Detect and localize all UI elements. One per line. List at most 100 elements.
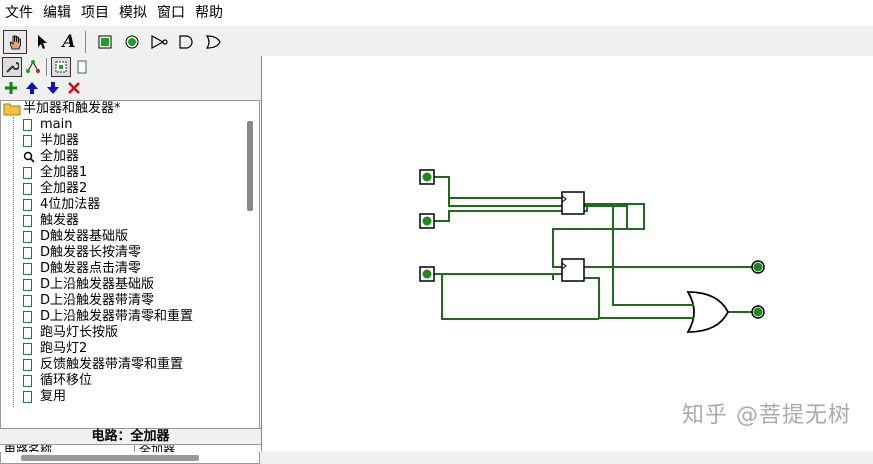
tree-item-circuit[interactable]: main xyxy=(23,117,72,133)
hand-icon xyxy=(9,35,21,50)
tree-item-label: 半加器 xyxy=(40,133,80,148)
tree-item-circuit[interactable]: 4位加法器 xyxy=(23,197,100,213)
half-adder-block-2[interactable] xyxy=(561,258,585,282)
tree-item-label: 复用 xyxy=(40,389,67,404)
tree-item-circuit[interactable]: 半加器 xyxy=(23,133,79,149)
circuit-appearance-icon xyxy=(77,60,87,74)
current-circuit-label: 电路：全加器 xyxy=(0,428,261,445)
circuit-schematic[interactable] xyxy=(262,56,873,451)
tree-item-circuit[interactable]: 跑马灯长按版 xyxy=(23,325,118,341)
and-gate-icon xyxy=(179,35,193,49)
output-pin-sum[interactable] xyxy=(751,260,765,274)
circuit-file-icon xyxy=(23,119,32,131)
tree-item-circuit[interactable]: D触发器点击清零 xyxy=(23,261,141,277)
input-pin-button[interactable] xyxy=(93,30,117,54)
tree-vertical-scrollbar[interactable] xyxy=(247,121,253,211)
delete-x-icon xyxy=(68,82,80,94)
tree-item-circuit[interactable]: 全加器1 xyxy=(23,165,87,181)
circuit-file-icon xyxy=(23,247,32,259)
output-pin-cout[interactable] xyxy=(751,305,765,319)
tree-item-label: 跑马灯2 xyxy=(40,341,88,356)
menu-edit[interactable]: 编辑 xyxy=(38,0,76,26)
circuit-file-icon xyxy=(23,359,32,371)
project-tree[interactable]: 半加器和触发器* main 半加器 全加器 全加器1 全加器2 4位加法器 触发器 D触发器基… xyxy=(0,100,260,464)
input-pin-cin[interactable] xyxy=(419,266,435,282)
poke-tool-button[interactable] xyxy=(3,30,27,54)
input-pin-b[interactable] xyxy=(419,213,435,229)
add-circuit-button[interactable] xyxy=(1,78,21,98)
circuit-file-icon xyxy=(23,263,32,275)
menu-project[interactable]: 项目 xyxy=(76,0,114,26)
not-gate-icon xyxy=(151,35,168,49)
tree-item-label: D上沿触发器带清零和重置 xyxy=(40,309,194,324)
tree-item-circuit[interactable]: D上沿触发器基础版 xyxy=(23,277,154,293)
project-name: 半加器和触发器* xyxy=(23,101,121,116)
circuit-file-icon xyxy=(23,311,32,323)
project-actions-toolbar xyxy=(0,78,261,98)
tree-item-circuit[interactable]: D触发器长按清零 xyxy=(23,245,141,261)
tree-item-circuit[interactable]: 触发器 xyxy=(23,213,79,229)
tree-item-circuit[interactable]: 循环移位 xyxy=(23,373,92,389)
tree-item-circuit[interactable]: 反馈触发器带清零和重置 xyxy=(23,357,183,373)
output-pin-icon xyxy=(125,35,139,49)
tree-horizontal-scrollbar[interactable] xyxy=(21,455,199,461)
tree-item-circuit[interactable]: 复用 xyxy=(23,389,66,405)
circuit-file-icon xyxy=(23,279,32,291)
tree-item-circuit[interactable]: 全加器 xyxy=(23,149,79,165)
half-adder-block-1[interactable] xyxy=(561,191,585,215)
tree-item-circuit[interactable]: 全加器2 xyxy=(23,181,87,197)
tree-root-project[interactable]: 半加器和触发器* xyxy=(3,101,121,117)
explorer-separator xyxy=(46,58,47,76)
tree-item-label: 全加器 xyxy=(40,149,80,164)
not-gate-button[interactable] xyxy=(147,30,171,54)
tree-item-label: D触发器点击清零 xyxy=(40,261,142,276)
or-gate[interactable] xyxy=(686,291,730,333)
circuit-file-icon xyxy=(23,215,32,227)
tree-item-label: 触发器 xyxy=(40,213,80,228)
menu-help[interactable]: 帮助 xyxy=(190,0,228,26)
wrench-icon xyxy=(6,62,19,73)
input-pin-a[interactable] xyxy=(419,169,435,185)
menu-bar: 文件 编辑 项目 模拟 窗口 帮助 xyxy=(0,0,873,26)
plus-icon xyxy=(5,82,17,94)
and-gate-button[interactable] xyxy=(174,30,198,54)
tree-item-label: 反馈触发器带清零和重置 xyxy=(40,357,184,372)
move-down-button[interactable] xyxy=(43,78,63,98)
or-gate-icon xyxy=(205,35,221,49)
text-tool-button[interactable]: A xyxy=(57,30,81,54)
explorer-panel: 半加器和触发器* main 半加器 全加器 全加器1 全加器2 4位加法器 触发器 D触发器基… xyxy=(0,56,261,464)
circuit-file-icon xyxy=(23,375,32,387)
tree-item-circuit[interactable]: 跑马灯2 xyxy=(23,341,87,357)
layout-view-button[interactable] xyxy=(51,57,71,77)
tree-item-label: main xyxy=(40,117,73,132)
tree-item-label: 循环移位 xyxy=(40,373,93,388)
circuit-file-icon xyxy=(23,327,32,339)
tree-item-label: D触发器长按清零 xyxy=(40,245,142,260)
tree-item-circuit[interactable]: D触发器基础版 xyxy=(23,229,128,245)
appearance-view-button[interactable] xyxy=(72,57,92,77)
explorer-toolbar xyxy=(0,56,261,78)
menu-simulate[interactable]: 模拟 xyxy=(114,0,152,26)
move-up-button[interactable] xyxy=(22,78,42,98)
tree-item-circuit[interactable]: D上沿触发器带清零和重置 xyxy=(23,309,193,325)
tree-item-label: 4位加法器 xyxy=(40,197,101,212)
text-a-icon: A xyxy=(62,32,76,52)
tree-item-circuit[interactable]: D上沿触发器带清零 xyxy=(23,293,154,309)
select-tool-button[interactable] xyxy=(30,30,54,54)
main-toolbar: A xyxy=(0,28,873,56)
toolbox-view-button[interactable] xyxy=(2,57,22,77)
wire-input-a xyxy=(434,176,562,199)
output-pin-button[interactable] xyxy=(120,30,144,54)
or-gate-button[interactable] xyxy=(201,30,225,54)
tree-item-label: D触发器基础版 xyxy=(40,229,129,244)
simulation-view-button[interactable] xyxy=(23,57,43,77)
circuit-file-icon xyxy=(23,167,32,179)
menu-window[interactable]: 窗口 xyxy=(152,0,190,26)
circuit-canvas[interactable]: 知乎 @菩提无树 xyxy=(262,56,873,451)
menu-file[interactable]: 文件 xyxy=(0,0,38,26)
delete-circuit-button[interactable] xyxy=(64,78,84,98)
circuit-file-icon xyxy=(23,199,32,211)
wire-a-branch xyxy=(448,198,628,229)
arrow-down-icon xyxy=(47,82,59,94)
tree-item-label: 全加器2 xyxy=(40,181,88,196)
